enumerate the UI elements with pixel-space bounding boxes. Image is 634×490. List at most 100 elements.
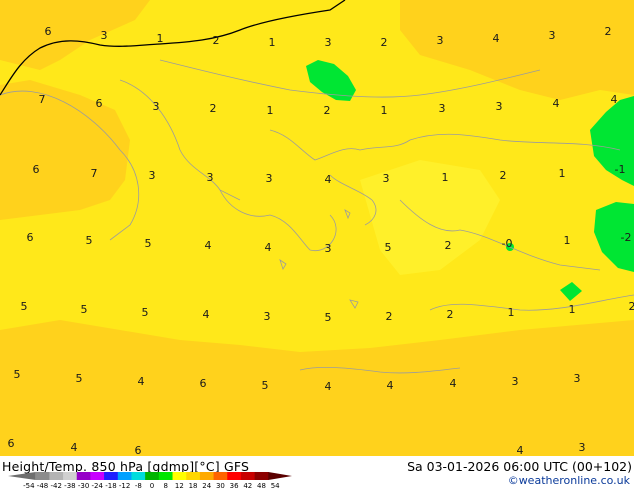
temp-value-label: 5 <box>81 303 88 316</box>
temp-value-label: 1 <box>559 167 566 180</box>
temp-value-label: 4 <box>553 97 560 110</box>
legend-swatch <box>117 472 132 480</box>
temp-value-label: 3 <box>325 36 332 49</box>
temp-value-label: 3 <box>512 375 519 388</box>
legend-swatch <box>90 472 105 480</box>
color-legend: -54 -48 -42 -38 -30 -24 -18 -12 -8 0 8 12 18 24 30 36 42… <box>8 472 292 490</box>
legend-swatch <box>254 472 269 480</box>
temp-value-label: 4 <box>203 308 210 321</box>
legend-tick-label: 24 <box>202 482 211 490</box>
temp-value-label: -2 <box>621 231 632 244</box>
legend-tick-label: -48 <box>37 482 48 490</box>
temp-value-label: 3 <box>496 100 503 113</box>
legend-swatch <box>213 472 228 480</box>
temp-value-label: 7 <box>91 167 98 180</box>
temp-value-label: 3 <box>264 310 271 323</box>
temp-value-label: 6 <box>135 444 142 456</box>
legend-swatch <box>227 472 242 480</box>
temp-value-label: 6 <box>45 25 52 38</box>
temp-value-label: 4 <box>325 173 332 186</box>
temp-value-label: 4 <box>205 239 212 252</box>
legend-swatch <box>63 472 78 480</box>
temp-value-label: 2 <box>629 300 634 313</box>
legend-ticks: -54 -48 -42 -38 -30 -24 -18 -12 -8 0 8 12 18 24 30 36 42… <box>23 482 280 490</box>
temperature-map: 6 3 1 2 1 3 2 3 4 3 2 7 6 3 2 1 2 1 3 3 4 4 6 7 3 3 3 4 3 1 2 1 -1 6 5 5 4 4 3… <box>0 0 634 456</box>
temp-value-label: 5 <box>142 306 149 319</box>
temp-value-label: 3 <box>101 29 108 42</box>
legend-tick-label: 48 <box>257 482 266 490</box>
legend-swatch <box>268 472 292 480</box>
temp-value-label: 1 <box>442 171 449 184</box>
temp-value-label: 4 <box>325 380 332 393</box>
credit-link[interactable]: ©weatheronline.co.uk <box>508 474 630 487</box>
legend-tick-label: -24 <box>92 482 104 490</box>
legend-bar <box>8 472 292 480</box>
temp-value-label: 5 <box>325 311 332 324</box>
temp-value-label: 6 <box>33 163 40 176</box>
temp-value-label: 5 <box>145 237 152 250</box>
legend-swatch <box>199 472 214 480</box>
legend-swatch <box>76 472 91 480</box>
temp-value-label: 1 <box>157 32 164 45</box>
legend-swatch <box>35 472 50 480</box>
temp-value-label: 2 <box>381 36 388 49</box>
temp-value-label: 4 <box>493 32 500 45</box>
temp-value-label: -1 <box>615 163 626 176</box>
temp-value-label: 3 <box>207 171 214 184</box>
legend-tick-label: 8 <box>163 482 167 490</box>
legend-tick-label: 30 <box>216 482 225 490</box>
legend-tick-label: 54 <box>271 482 280 490</box>
legend-swatch <box>145 472 160 480</box>
temp-value-label: 3 <box>383 172 390 185</box>
temp-value-label: 1 <box>569 303 576 316</box>
legend-swatch <box>104 472 119 480</box>
temp-value-label: 2 <box>447 308 454 321</box>
temp-value-label: 3 <box>149 169 156 182</box>
temp-value-label: 3 <box>437 34 444 47</box>
temp-value-label: 6 <box>8 437 15 450</box>
temp-value-label: 6 <box>96 97 103 110</box>
temp-value-label: 2 <box>445 239 452 252</box>
weather-map-view: 6 3 1 2 1 3 2 3 4 3 2 7 6 3 2 1 2 1 3 3 4 4 6 7 3 3 3 4 3 1 2 1 -1 6 5 5 4 4 3… <box>0 0 634 490</box>
temp-value-label: 3 <box>579 441 586 454</box>
legend-swatch <box>172 472 187 480</box>
temp-value-label: 2 <box>210 102 217 115</box>
temp-value-label: 4 <box>517 444 524 456</box>
temp-value-label: 3 <box>266 172 273 185</box>
temp-value-label: 5 <box>86 234 93 247</box>
legend-tick-label: 12 <box>175 482 184 490</box>
legend-swatch <box>240 472 256 480</box>
temp-value-label: 7 <box>39 93 46 106</box>
temp-value-label: 1 <box>508 306 515 319</box>
legend-swatch <box>186 472 201 480</box>
temp-value-label: 4 <box>138 375 145 388</box>
forecast-datetime: Sa 03-01-2026 06:00 UTC (00+102) <box>407 459 632 474</box>
temp-value-label: 3 <box>439 102 446 115</box>
legend-tick-label: -30 <box>78 482 89 490</box>
temp-value-label: 6 <box>200 377 207 390</box>
legend-swatch <box>8 472 36 480</box>
legend-tick-label: -38 <box>64 482 75 490</box>
temp-value-label: 5 <box>76 372 83 385</box>
legend-tick-label: 0 <box>150 482 154 490</box>
temp-value-label: 2 <box>605 25 612 38</box>
temp-value-label: 2 <box>213 34 220 47</box>
temp-value-label: 1 <box>269 36 276 49</box>
temp-value-label: 1 <box>381 104 388 117</box>
temp-value-label: 3 <box>574 372 581 385</box>
legend-tick-label: -12 <box>119 482 130 490</box>
temp-value-label: 3 <box>325 242 332 255</box>
temp-value-label: 5 <box>21 300 28 313</box>
temp-value-label: 3 <box>549 29 556 42</box>
temp-value-label: 2 <box>500 169 507 182</box>
legend-swatch <box>131 472 146 480</box>
legend-tick-label: 36 <box>230 482 239 490</box>
legend-tick-label: -42 <box>50 482 61 490</box>
legend-tick-label: -8 <box>135 482 142 490</box>
temp-value-label: 4 <box>450 377 457 390</box>
temp-value-label: 4 <box>611 93 618 106</box>
temp-value-label: 2 <box>386 310 393 323</box>
legend-tick-label: 18 <box>189 482 198 490</box>
legend-swatch <box>158 472 173 480</box>
legend-tick-label: -54 <box>23 482 35 490</box>
